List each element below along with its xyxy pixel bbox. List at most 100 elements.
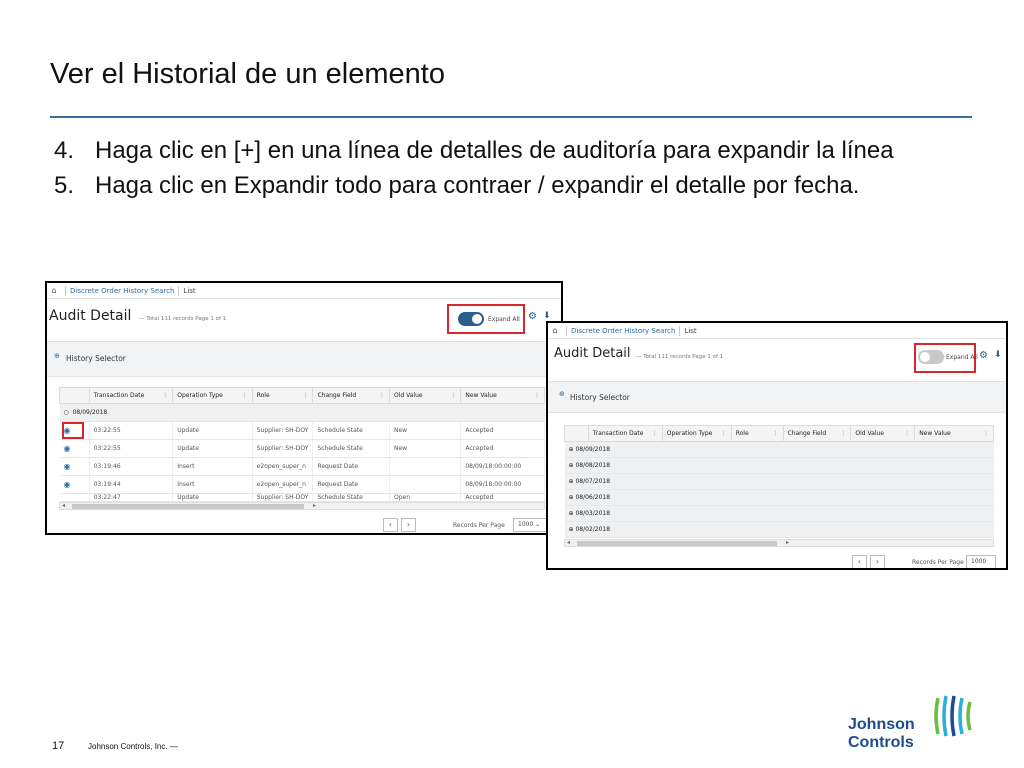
group-date: 08/08/2018 — [575, 462, 611, 469]
expand-icon[interactable]: ⊕ — [569, 510, 574, 517]
next-page-button[interactable]: › — [401, 518, 416, 532]
slide-title: Ver el Historial de un elemento — [50, 58, 445, 90]
column-header-select — [564, 425, 589, 442]
next-page-button[interactable]: › — [870, 555, 885, 568]
page-number: 17 — [52, 740, 65, 752]
records-per-page-select[interactable]: 1000 ⌄ — [513, 518, 547, 532]
record-count: — Total 111 records Page 1 of 1 — [636, 354, 724, 360]
group-date: 08/03/2018 — [575, 510, 611, 517]
audit-table: Transaction Date ⋮ Operation Type ⋮ Role ⋮ … — [59, 387, 545, 502]
audit-table: Transaction Date ⋮ Operation Type ⋮ Role ⋮ … — [564, 425, 994, 538]
table-row[interactable]: 03:22:47 Update Supplier: SH-DOY Schedule S… — [59, 493, 545, 502]
records-per-page-label: Records Per Page — [453, 522, 505, 529]
scroll-right-icon[interactable]: ▸ — [786, 539, 789, 546]
footer-company: Johnson Controls, Inc. — — [88, 742, 178, 751]
view-detail-icon[interactable]: ◉ — [64, 444, 71, 453]
breadcrumb-link[interactable]: Discrete Order History Search — [70, 287, 174, 295]
column-header[interactable]: Operation Type ⋮ — [661, 425, 732, 442]
scroll-left-icon[interactable]: ◂ — [567, 539, 570, 546]
expand-icon[interactable]: ⊕ — [569, 478, 574, 485]
column-header[interactable]: New Value ⋮ — [914, 425, 994, 442]
title-divider — [50, 116, 972, 118]
table-row[interactable]: ◉ 03:22:55 Update Supplier: SH-DOY Schedule… — [59, 439, 545, 458]
gear-icon[interactable]: ⚙ — [979, 350, 988, 361]
horizontal-scrollbar[interactable]: ◂ ▸ — [59, 502, 545, 510]
scroll-left-icon[interactable]: ◂ — [62, 502, 65, 509]
group-date: 08/07/2018 — [575, 478, 611, 485]
steps-list: 4. Haga clic en [+] en una línea de deta… — [54, 133, 994, 203]
column-header[interactable]: Operation Type ⋮ — [172, 387, 253, 404]
prev-page-button[interactable]: ‹ — [383, 518, 398, 532]
expand-icon[interactable]: ⊕ — [569, 446, 574, 453]
scroll-thumb[interactable] — [72, 504, 304, 509]
column-header-select — [59, 387, 90, 404]
expand-all-label: Expand All — [488, 316, 520, 323]
expand-all-label: Expand All — [946, 354, 978, 361]
expand-icon[interactable]: ⊕ — [569, 526, 574, 533]
column-header[interactable]: Role ⋮ — [730, 425, 784, 442]
expand-icon[interactable]: ⊕ — [569, 494, 574, 501]
expand-all-toggle[interactable] — [918, 350, 944, 364]
gear-icon[interactable]: ⚙ — [528, 311, 537, 322]
group-row[interactable]: ⊕ 08/06/2018 — [564, 489, 994, 506]
logo-word-johnson: Johnson — [848, 716, 915, 733]
group-row[interactable]: ⊕ 08/08/2018 — [564, 457, 994, 474]
step-number: 5. — [54, 172, 75, 200]
toggle-knob — [472, 314, 482, 324]
download-icon[interactable]: ⬇ — [543, 311, 551, 321]
records-per-page-select[interactable]: 1000 ⌄ — [966, 555, 996, 568]
group-row[interactable]: ⊕ 08/07/2018 — [564, 473, 994, 490]
view-detail-icon[interactable]: ◉ — [64, 462, 71, 471]
record-count: — Total 111 records Page 1 of 1 — [139, 316, 227, 322]
column-header[interactable]: Transaction Date ⋮ — [88, 387, 174, 404]
scroll-thumb[interactable] — [577, 541, 777, 546]
group-date: 08/06/2018 — [575, 494, 611, 501]
group-row[interactable]: ○ 08/09/2018 — [59, 403, 545, 422]
home-icon[interactable]: ⌂ — [548, 326, 562, 335]
step-item: 5. Haga clic en Expandir todo para contr… — [54, 168, 994, 203]
records-per-page-label: Records Per Page — [912, 559, 964, 566]
screenshot-collapsed: ⌂ Discrete Order History Search List Aud… — [546, 321, 1008, 570]
johnson-controls-logo: Johnson Controls — [848, 694, 978, 756]
group-date: 08/02/2018 — [575, 526, 611, 533]
expand-icon[interactable]: ⊕ — [559, 390, 565, 398]
logo-mark-icon — [934, 695, 972, 737]
home-icon[interactable]: ⌂ — [47, 286, 61, 295]
group-row[interactable]: ⊕ 08/09/2018 — [564, 441, 994, 458]
breadcrumb-current: List — [183, 286, 196, 295]
horizontal-scrollbar[interactable]: ◂ ▸ — [564, 539, 994, 547]
group-date: 08/09/2018 — [72, 409, 108, 416]
collapse-icon[interactable]: ○ — [64, 409, 69, 416]
expand-all-toggle[interactable] — [458, 312, 484, 326]
group-row[interactable]: ⊕ 08/03/2018 — [564, 505, 994, 522]
column-header[interactable]: Role ⋮ — [251, 387, 314, 404]
eye-icon-highlight — [62, 422, 84, 439]
breadcrumb: ⌂ Discrete Order History Search List — [548, 323, 1006, 339]
group-row[interactable]: ⊕ 08/02/2018 — [564, 521, 994, 538]
table-row[interactable]: ◉ 03:22:55 Update Supplier: SH-DOY Schedule… — [59, 421, 545, 440]
step-text: Haga clic en [+] en una línea de detalle… — [95, 137, 894, 164]
expand-icon[interactable]: ⊕ — [569, 462, 574, 469]
page-title: Audit Detail — [554, 346, 631, 361]
history-selector-label: History Selector — [66, 354, 126, 363]
column-header[interactable]: Old Value ⋮ — [388, 387, 462, 404]
table-row[interactable]: ◉ 03:19:46 Insert e2open_super_n Request Da… — [59, 457, 545, 476]
table-row[interactable]: ◉ 03:19:44 Insert e2open_super_n Request Da… — [59, 475, 545, 494]
download-icon[interactable]: ⬇ — [994, 350, 1002, 360]
column-header[interactable]: Old Value ⋮ — [850, 425, 916, 442]
expand-icon[interactable]: ⊕ — [54, 352, 60, 360]
column-header[interactable]: Change Field ⋮ — [312, 387, 390, 404]
breadcrumb-link[interactable]: Discrete Order History Search — [571, 327, 675, 335]
group-date: 08/09/2018 — [575, 446, 611, 453]
prev-page-button[interactable]: ‹ — [852, 555, 867, 568]
view-detail-icon[interactable]: ◉ — [64, 480, 71, 489]
breadcrumb-current: List — [684, 326, 697, 335]
step-number: 4. — [54, 137, 75, 164]
column-header[interactable]: New Value ⋮ — [460, 387, 545, 404]
step-text: Haga clic en Expandir todo para contraer… — [95, 172, 860, 200]
column-header[interactable]: Transaction Date ⋮ — [587, 425, 663, 442]
column-header[interactable]: Change Field ⋮ — [782, 425, 852, 442]
history-selector-label: History Selector — [570, 393, 630, 402]
scroll-right-icon[interactable]: ▸ — [313, 502, 316, 509]
logo-word-controls: Controls — [848, 734, 914, 751]
